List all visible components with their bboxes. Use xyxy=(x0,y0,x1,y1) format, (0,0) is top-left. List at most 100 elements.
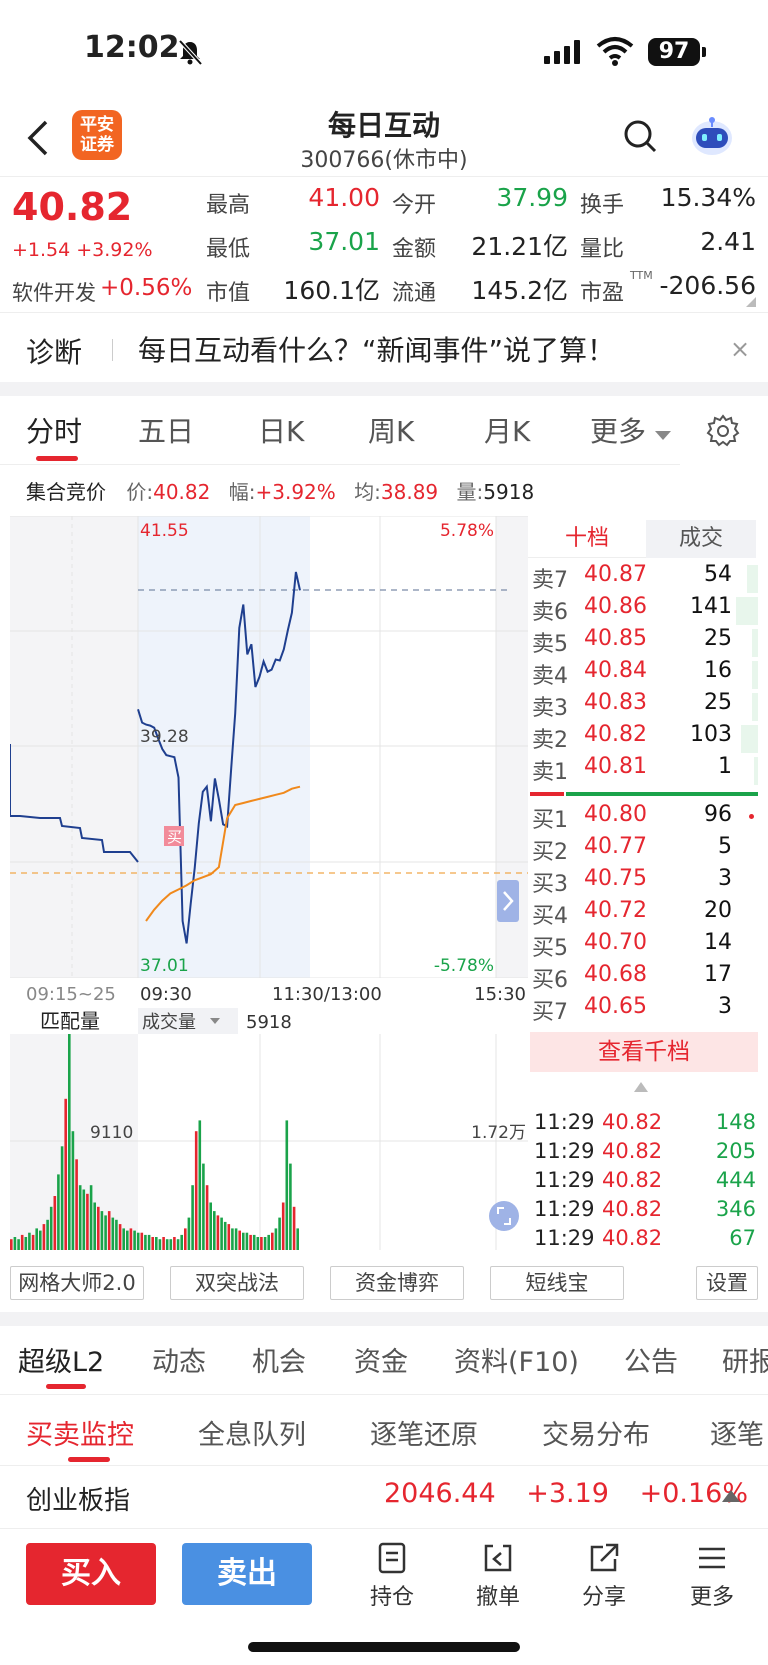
bid-level-row[interactable]: 买7 40.65 3 xyxy=(530,994,760,1028)
level-price: 40.87 xyxy=(584,562,647,587)
expand-panel-button[interactable] xyxy=(497,880,519,922)
volume-bar xyxy=(209,1202,212,1250)
view-full-depth-button[interactable]: 查看千档 xyxy=(530,1032,758,1072)
tick-volume: 346 xyxy=(715,1197,756,1221)
volume-bar xyxy=(223,1221,227,1250)
sell-button[interactable]: 卖出 xyxy=(182,1543,312,1605)
volume-bar xyxy=(136,1232,140,1250)
bid-level-row[interactable]: 买5 40.70 14 xyxy=(530,930,760,964)
short-line-button[interactable]: 短线宝 xyxy=(490,1266,624,1300)
volume-bar xyxy=(202,1163,205,1250)
expand-corner-icon[interactable] xyxy=(746,297,756,307)
tab-news[interactable]: 动态 xyxy=(152,1340,206,1379)
tab-trades[interactable]: 成交 xyxy=(646,520,756,558)
amplitude-label: 幅: xyxy=(228,480,256,504)
ask-level-row[interactable]: 卖7 40.87 54 xyxy=(530,562,760,596)
sector-name[interactable]: 软件开发 xyxy=(12,277,96,307)
gear-icon[interactable] xyxy=(706,414,740,448)
buy-button[interactable]: 买入 xyxy=(26,1543,156,1605)
low-label: 最低 xyxy=(206,237,251,262)
tab-research[interactable]: 研报 xyxy=(722,1340,768,1379)
ask-level-row[interactable]: 卖1 40.81 1 xyxy=(530,754,760,788)
fullscreen-button[interactable] xyxy=(489,1201,519,1231)
tab-more-label: 更多 xyxy=(590,415,647,448)
cancel-order-button[interactable]: 撤单 xyxy=(458,1541,538,1611)
intraday-chart[interactable]: 买 41.55 5.78% 39.28 37.01 -5.78% 09:15~2… xyxy=(10,516,528,1256)
top-pct-label: 5.78% xyxy=(440,521,494,541)
index-ticker[interactable]: 创业板指 2046.44 +3.19 +0.16% xyxy=(0,1470,768,1526)
volume-bar xyxy=(78,1185,82,1250)
tab-trade-monitor[interactable]: 买卖监控 xyxy=(26,1413,134,1452)
tick-volume: 444 xyxy=(715,1168,756,1192)
search-icon[interactable] xyxy=(622,118,658,154)
volume-bar xyxy=(57,1174,60,1250)
ask-level-row[interactable]: 卖6 40.86 141 xyxy=(530,594,760,628)
diagnosis-text[interactable]: 每日互动看什么？“新闻事件”说了算！ xyxy=(138,329,615,369)
ask-level-row[interactable]: 卖4 40.84 16 xyxy=(530,658,760,692)
time-auction: 09:15~25 xyxy=(26,984,116,1005)
tab-tick-more[interactable]: 逐笔 xyxy=(710,1413,768,1452)
tab-opportunity[interactable]: 机会 xyxy=(252,1340,306,1379)
top-price-label: 41.55 xyxy=(140,521,189,541)
more-button[interactable]: 更多 xyxy=(672,1541,752,1611)
caret-up-icon[interactable] xyxy=(722,1488,740,1502)
bid-level-row[interactable]: 买6 40.68 17 xyxy=(530,962,760,996)
intraday-chart-svg[interactable]: 买 41.55 5.78% 39.28 37.01 -5.78% 09:15~2… xyxy=(10,516,528,1256)
volume-bar xyxy=(133,1230,136,1250)
tools-settings-button[interactable]: 设置 xyxy=(696,1266,758,1300)
fund-game-button[interactable]: 资金博弈 xyxy=(330,1266,464,1300)
ask-level-row[interactable]: 卖3 40.83 25 xyxy=(530,690,760,724)
level-price: 40.84 xyxy=(584,658,647,683)
bid-level-row[interactable]: 买3 40.75 3 xyxy=(530,866,760,900)
volume-mid-right: 1.72万 xyxy=(471,1123,526,1143)
tick-time: 11:29 xyxy=(534,1226,595,1250)
volume-bar xyxy=(260,1237,263,1250)
tick-time: 11:29 xyxy=(534,1139,595,1163)
positions-button[interactable]: 持仓 xyxy=(352,1541,432,1611)
volume-bar xyxy=(13,1237,17,1250)
volume-bar xyxy=(271,1232,274,1250)
tab-monthly-k[interactable]: 月K xyxy=(484,410,530,450)
chevron-up-icon[interactable] xyxy=(634,1082,648,1092)
tab-trade-distribution[interactable]: 交易分布 xyxy=(542,1413,650,1452)
tab-full-queue[interactable]: 全息队列 xyxy=(198,1413,306,1452)
level-label: 买5 xyxy=(532,936,568,961)
tab-intraday[interactable]: 分时 xyxy=(26,410,82,450)
tick-row: 11:29 40.82 346 xyxy=(534,1197,756,1225)
share-button[interactable]: 分享 xyxy=(564,1541,644,1611)
volume-bar xyxy=(158,1239,162,1250)
period-tabs: 分时 五日 日K 周K 月K 更多 xyxy=(0,396,768,466)
volume-bar xyxy=(86,1193,89,1250)
ask-level-row[interactable]: 卖2 40.82 103 xyxy=(530,722,760,756)
level-label: 买2 xyxy=(532,840,568,865)
tab-super-l2[interactable]: 超级L2 xyxy=(18,1340,104,1379)
close-icon[interactable]: × xyxy=(730,335,750,363)
tab-announcements[interactable]: 公告 xyxy=(624,1340,678,1379)
double-breakout-button[interactable]: 双突战法 xyxy=(170,1266,304,1300)
volume-bar xyxy=(205,1185,209,1250)
bid-level-row[interactable]: 买1 40.80 96 xyxy=(530,802,760,836)
level-label: 卖7 xyxy=(532,568,568,593)
bid-level-row[interactable]: 买4 40.72 20 xyxy=(530,898,760,932)
level-price: 40.82 xyxy=(584,722,647,747)
tab-weekly-k[interactable]: 周K xyxy=(368,410,414,450)
ask-level-row[interactable]: 卖5 40.85 25 xyxy=(530,626,760,660)
level-price: 40.86 xyxy=(584,594,647,619)
diagnosis-label: 诊断 xyxy=(26,336,83,369)
volume-bar xyxy=(60,1146,64,1250)
tab-f10[interactable]: 资料(F10) xyxy=(454,1340,579,1379)
bid-level-row[interactable]: 买2 40.77 5 xyxy=(530,834,760,868)
tab-funds[interactable]: 资金 xyxy=(354,1340,408,1379)
tab-five-day[interactable]: 五日 xyxy=(138,410,194,450)
volume-bar xyxy=(249,1234,252,1250)
volume-bar xyxy=(213,1211,216,1250)
grid-master-button[interactable]: 网格大师2.0 xyxy=(10,1266,144,1300)
volume-bar xyxy=(238,1230,241,1250)
tab-ten-levels[interactable]: 十档 xyxy=(528,520,646,558)
diagnosis-banner[interactable]: 诊断 每日互动看什么？“新闻事件”说了算！ × xyxy=(0,312,768,382)
tab-tick-replay[interactable]: 逐笔还原 xyxy=(370,1413,478,1452)
tab-daily-k[interactable]: 日K xyxy=(258,410,304,450)
ai-robot-icon[interactable] xyxy=(688,112,736,160)
tab-more[interactable]: 更多 xyxy=(590,410,671,450)
divider xyxy=(0,1312,768,1326)
